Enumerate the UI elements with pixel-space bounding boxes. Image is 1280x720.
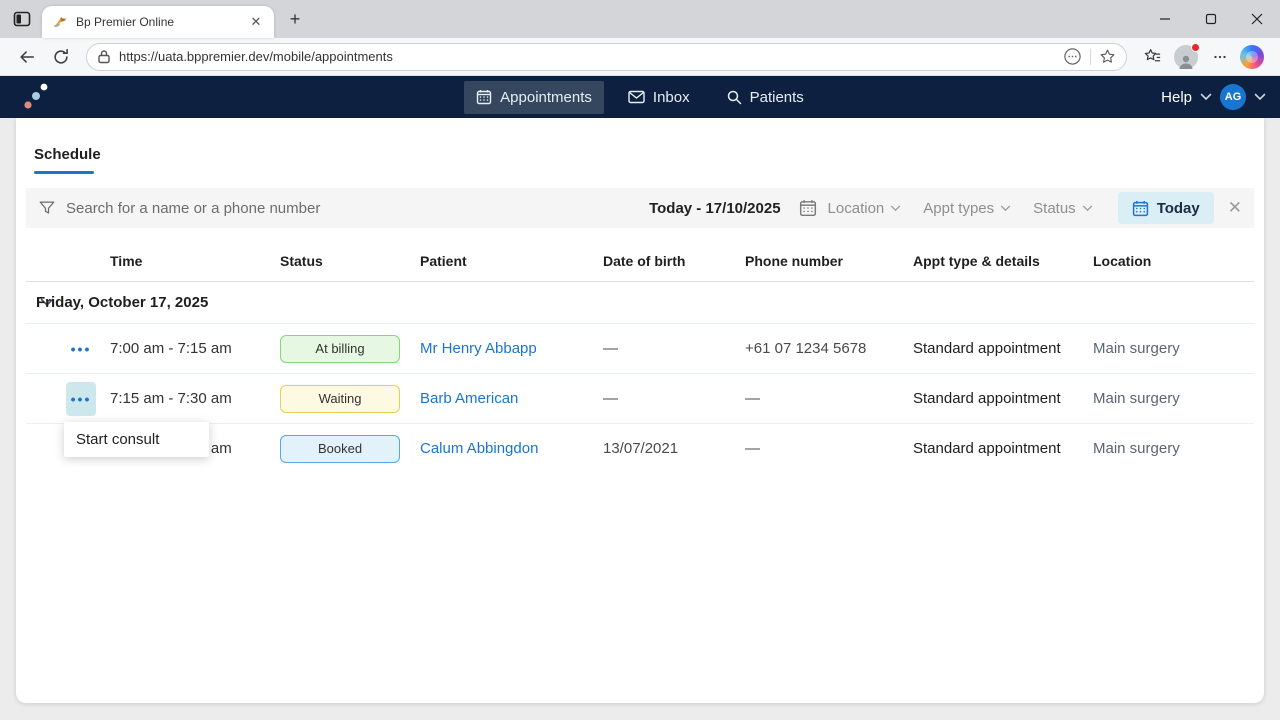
tab-actions-icon[interactable] bbox=[8, 6, 36, 32]
appt-time: 7:15 am - 7:30 am bbox=[110, 390, 280, 407]
appt-type: Standard appointment bbox=[913, 390, 1093, 407]
status-badge: Booked bbox=[280, 435, 400, 463]
appt-location: Main surgery bbox=[1093, 390, 1254, 407]
appt-time: 7:00 am - 7:15 am bbox=[110, 340, 280, 357]
tab-active-underline bbox=[34, 171, 94, 174]
appt-dob: 13/07/2021 bbox=[603, 440, 745, 457]
browser-settings-icon[interactable] bbox=[1206, 43, 1234, 71]
chevron-down-icon bbox=[1000, 205, 1011, 212]
more-options-icon[interactable] bbox=[1063, 47, 1082, 66]
chevron-down-icon bbox=[890, 205, 901, 212]
chevron-down-icon bbox=[1082, 205, 1093, 212]
appt-location: Main surgery bbox=[1093, 340, 1254, 357]
notification-dot bbox=[1191, 43, 1200, 52]
patient-link[interactable]: Barb American bbox=[420, 390, 603, 407]
appt-phone: +61 07 1234 5678 bbox=[745, 340, 913, 357]
location-dropdown-label: Location bbox=[828, 200, 885, 217]
date-group-row: Friday, October 17, 2025 bbox=[26, 282, 1254, 323]
header-phone: Phone number bbox=[745, 253, 913, 269]
header-location: Location bbox=[1093, 253, 1254, 269]
tab-title: Bp Premier Online bbox=[76, 15, 246, 29]
bp-logo bbox=[20, 81, 54, 113]
appt-type: Standard appointment bbox=[913, 440, 1093, 457]
appt-phone: — bbox=[745, 390, 913, 407]
header-patient: Patient bbox=[420, 253, 603, 269]
new-tab-button[interactable]: + bbox=[282, 6, 308, 32]
header-time: Time bbox=[110, 253, 280, 269]
appt-dob: — bbox=[603, 340, 745, 357]
appt-phone: — bbox=[745, 440, 913, 457]
envelope-icon bbox=[628, 90, 645, 104]
header-dob: Date of birth bbox=[603, 253, 745, 269]
help-menu[interactable]: Help bbox=[1161, 89, 1192, 106]
browser-profile-avatar[interactable] bbox=[1174, 45, 1198, 69]
tab-favicon bbox=[52, 14, 68, 30]
nav-patients[interactable]: Patients bbox=[714, 81, 816, 114]
schedule-panel: Schedule Today - 17/10/2025 Location App… bbox=[16, 118, 1264, 703]
status-dropdown-label: Status bbox=[1033, 200, 1076, 217]
row-actions-icon[interactable]: ••• bbox=[66, 382, 96, 416]
window-minimize-button[interactable] bbox=[1142, 0, 1188, 38]
app-navbar: Appointments Inbox Patients Help AG bbox=[0, 76, 1280, 118]
clear-filter-icon[interactable]: ✕ bbox=[1228, 198, 1242, 218]
appt-location: Main surgery bbox=[1093, 440, 1254, 457]
filter-funnel-icon bbox=[38, 199, 56, 217]
url-bar[interactable]: https://uata.bppremier.dev/mobile/appoin… bbox=[86, 43, 1127, 71]
header-appt-type: Appt type & details bbox=[913, 253, 1093, 269]
appointments-table: Time Status Patient Date of birth Phone … bbox=[26, 240, 1254, 473]
today-calendar-icon bbox=[1132, 200, 1149, 217]
today-button[interactable]: Today bbox=[1118, 192, 1214, 224]
table-row[interactable]: ••• 7:30 am - 7:45 am Booked Calum Abbin… bbox=[26, 423, 1254, 473]
nav-appointments[interactable]: Appointments bbox=[464, 81, 604, 114]
tab-close-icon[interactable]: ✕ bbox=[246, 12, 266, 32]
favorites-list-icon[interactable] bbox=[1138, 43, 1166, 71]
nav-inbox-label: Inbox bbox=[653, 89, 690, 106]
location-dropdown[interactable]: Location bbox=[828, 200, 902, 217]
appt-dob: — bbox=[603, 390, 745, 407]
user-avatar[interactable]: AG bbox=[1220, 84, 1246, 110]
favorite-star-icon[interactable] bbox=[1099, 48, 1116, 65]
nav-appointments-label: Appointments bbox=[500, 89, 592, 106]
window-close-button[interactable] bbox=[1234, 0, 1280, 38]
start-consult-menu-item[interactable]: Start consult bbox=[64, 422, 209, 457]
lock-icon[interactable] bbox=[97, 49, 111, 64]
status-dropdown[interactable]: Status bbox=[1033, 200, 1093, 217]
filter-date-label: Today - 17/10/2025 bbox=[649, 200, 780, 217]
date-picker-calendar-icon[interactable] bbox=[799, 199, 817, 217]
table-row[interactable]: ••• 7:00 am - 7:15 am At billing Mr Henr… bbox=[26, 323, 1254, 373]
nav-patients-label: Patients bbox=[750, 89, 804, 106]
window-maximize-button[interactable] bbox=[1188, 0, 1234, 38]
patient-link[interactable]: Calum Abbingdon bbox=[420, 440, 603, 457]
filter-bar: Today - 17/10/2025 Location Appt types S… bbox=[26, 188, 1254, 228]
search-icon bbox=[726, 89, 742, 105]
today-button-label: Today bbox=[1157, 200, 1200, 217]
browser-titlebar: Bp Premier Online ✕ + bbox=[0, 0, 1280, 38]
table-row[interactable]: ••• 7:15 am - 7:30 am Waiting Barb Ameri… bbox=[26, 373, 1254, 423]
nav-inbox[interactable]: Inbox bbox=[616, 81, 702, 114]
search-input[interactable] bbox=[66, 200, 406, 217]
patient-link[interactable]: Mr Henry Abbapp bbox=[420, 340, 603, 357]
page-tabstrip: Schedule bbox=[16, 118, 1264, 174]
date-group-label: Friday, October 17, 2025 bbox=[36, 294, 1254, 311]
divider bbox=[1090, 49, 1091, 65]
browser-toolbar: https://uata.bppremier.dev/mobile/appoin… bbox=[0, 38, 1280, 76]
back-icon[interactable] bbox=[13, 43, 41, 71]
appt-types-dropdown[interactable]: Appt types bbox=[923, 200, 1011, 217]
status-badge: Waiting bbox=[280, 385, 400, 413]
status-badge: At billing bbox=[280, 335, 400, 363]
browser-tab[interactable]: Bp Premier Online ✕ bbox=[42, 6, 274, 38]
account-chevron-icon[interactable] bbox=[1254, 93, 1266, 101]
tab-schedule[interactable]: Schedule bbox=[34, 146, 101, 171]
url-text[interactable]: https://uata.bppremier.dev/mobile/appoin… bbox=[119, 49, 1063, 64]
calendar-icon bbox=[476, 89, 492, 105]
refresh-icon[interactable] bbox=[47, 43, 75, 71]
row-context-menu: Start consult bbox=[64, 422, 209, 457]
appt-types-dropdown-label: Appt types bbox=[923, 200, 994, 217]
appt-type: Standard appointment bbox=[913, 340, 1093, 357]
header-status: Status bbox=[280, 253, 420, 269]
table-header-row: Time Status Patient Date of birth Phone … bbox=[26, 240, 1254, 282]
copilot-icon[interactable] bbox=[1240, 45, 1264, 69]
help-chevron-icon[interactable] bbox=[1200, 93, 1212, 101]
row-actions-icon[interactable]: ••• bbox=[66, 332, 96, 366]
